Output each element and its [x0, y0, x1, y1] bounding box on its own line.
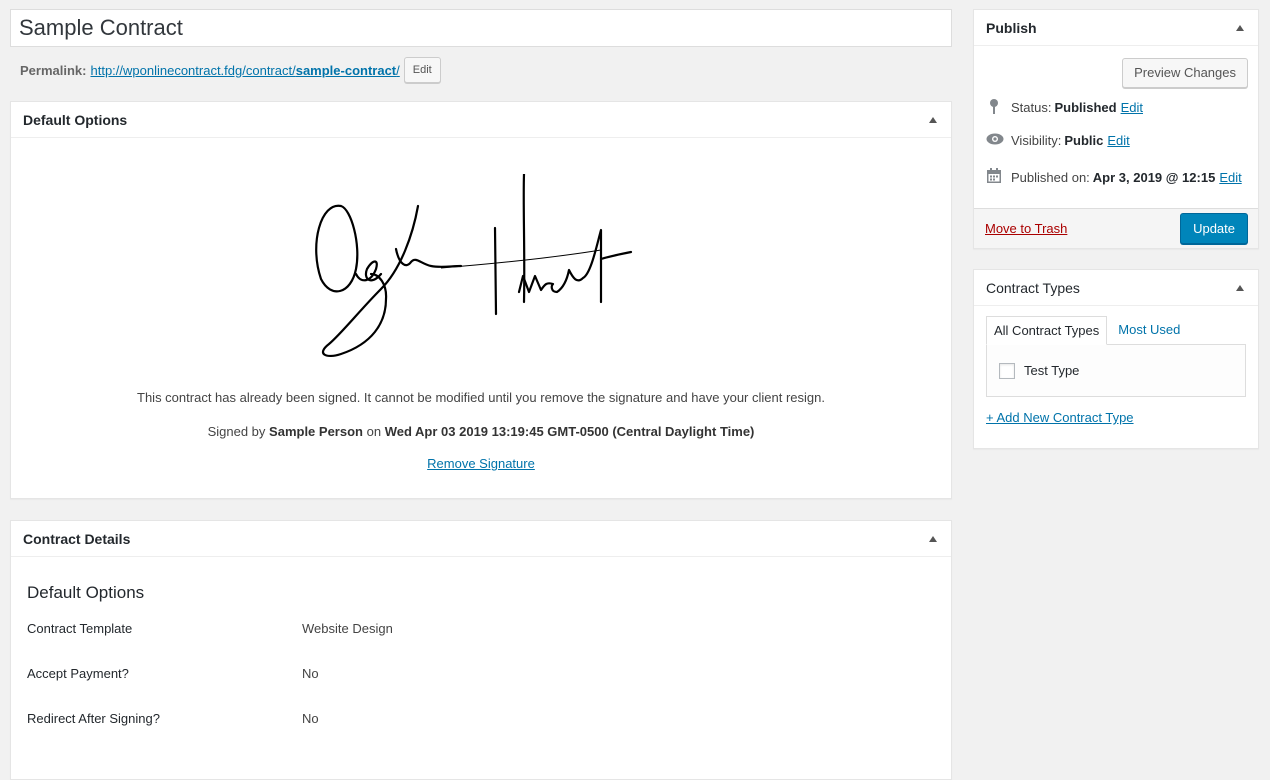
pin-icon [986, 98, 1002, 117]
contract-details-body: Default Options Contract Template Websit… [11, 557, 951, 772]
signed-notice: This contract has already been signed. I… [137, 390, 825, 405]
collapse-toggle-icon[interactable] [1236, 24, 1244, 31]
collapse-toggle-icon[interactable] [929, 116, 937, 123]
signed-by-line: Signed by Sample Person on Wed Apr 03 20… [11, 424, 951, 439]
collapse-toggle-icon[interactable] [1236, 284, 1244, 291]
remove-signature-row: Remove Signature [11, 456, 951, 471]
test-type-label[interactable]: Test Type [1024, 363, 1079, 378]
post-title-input[interactable]: Sample Contract [10, 9, 952, 47]
permalink-link[interactable]: http://wponlinecontract.fdg/contract/sam… [90, 63, 399, 78]
publish-body: Preview Changes Status: Published Edit V… [974, 46, 1258, 208]
contract-details-title: Contract Details [23, 530, 131, 547]
published-label: Published on: [1011, 170, 1090, 185]
contract-types-header[interactable]: Contract Types [974, 270, 1258, 306]
edit-status-link[interactable]: Edit [1121, 100, 1143, 115]
publish-footer: Move to Trash Update [974, 208, 1258, 248]
detail-value[interactable]: Website Design [302, 621, 393, 636]
collapse-toggle-icon[interactable] [929, 535, 937, 542]
tab-all-contract-types[interactable]: All Contract Types [986, 316, 1108, 345]
contract-details-box: Contract Details Default Options Contrac… [10, 520, 952, 780]
permalink-base: http://wponlinecontract.fdg/contract/ [90, 62, 296, 78]
visibility-value: Public [1064, 133, 1104, 148]
eye-icon [986, 133, 1004, 148]
status-row: Status: Published Edit [986, 98, 1143, 117]
publish-header[interactable]: Publish [974, 10, 1258, 46]
edit-published-date-link[interactable]: Edit [1219, 170, 1241, 185]
visibility-row: Visibility: Public Edit [986, 133, 1130, 148]
detail-row-contract-template: Contract Template Website Design [27, 621, 935, 666]
signature-image [315, 174, 633, 358]
contract-types-title: Contract Types [986, 279, 1080, 296]
publish-box: Publish Preview Changes Status: Publishe… [973, 9, 1259, 249]
detail-row-accept-payment: Accept Payment? No [27, 666, 935, 711]
update-button[interactable]: Update [1180, 213, 1248, 244]
detail-label: Redirect After Signing? [27, 711, 160, 726]
test-type-checkbox[interactable] [999, 362, 1015, 379]
contract-types-tabs: All Contract Types Most Used [986, 316, 1246, 345]
status-value: Published [1054, 100, 1117, 115]
permalink-row: Permalink: http://wponlinecontract.fdg/c… [10, 57, 952, 83]
edit-visibility-link[interactable]: Edit [1107, 133, 1129, 148]
permalink-trailing: / [396, 62, 400, 78]
visibility-label: Visibility: [1011, 133, 1062, 148]
published-on-row: Published on: Apr 3, 2019 @ 12:15 Edit [986, 168, 1242, 187]
default-options-box: Default Options This contract has alread… [10, 101, 952, 499]
detail-label: Accept Payment? [27, 666, 129, 681]
default-options-header[interactable]: Default Options [11, 102, 951, 138]
detail-label: Contract Template [27, 621, 133, 636]
signer-name: Sample Person [269, 424, 363, 439]
contract-types-box: Contract Types All Contract Types Most U… [973, 269, 1259, 449]
contract-details-header[interactable]: Contract Details [11, 521, 951, 557]
main-column: Sample Contract Permalink: http://wponli… [10, 9, 952, 780]
details-section-heading: Default Options [27, 583, 145, 602]
detail-value[interactable]: No [302, 711, 319, 726]
publish-title: Publish [986, 19, 1037, 36]
add-new-contract-type-link[interactable]: + Add New Contract Type [986, 410, 1246, 425]
permalink-label: Permalink: [20, 62, 87, 78]
preview-changes-button[interactable]: Preview Changes [1122, 58, 1248, 88]
published-value: Apr 3, 2019 @ 12:15 [1092, 170, 1216, 185]
signature-area: This contract has already been signed. I… [11, 138, 951, 498]
calendar-icon [986, 168, 1002, 187]
tab-most-used[interactable]: Most Used [1111, 316, 1187, 344]
contract-types-list: Test Type [986, 344, 1246, 397]
remove-signature-link[interactable]: Remove Signature [427, 456, 535, 471]
move-to-trash-link[interactable]: Move to Trash [985, 221, 1067, 236]
signed-on-word: on [366, 424, 382, 439]
default-options-title: Default Options [23, 111, 128, 128]
permalink-slug: sample-contract [295, 62, 397, 78]
detail-value[interactable]: No [302, 666, 319, 681]
contract-types-body: All Contract Types Most Used Test Type +… [974, 306, 1258, 435]
signed-by-prefix: Signed by [207, 424, 266, 439]
side-column: Publish Preview Changes Status: Publishe… [973, 9, 1259, 449]
detail-row-redirect-after-signing: Redirect After Signing? No [27, 711, 935, 756]
edit-slug-button[interactable]: Edit [403, 57, 441, 83]
status-label: Status: [1011, 100, 1052, 115]
signed-date: Wed Apr 03 2019 13:19:45 GMT-0500 (Centr… [384, 424, 755, 439]
